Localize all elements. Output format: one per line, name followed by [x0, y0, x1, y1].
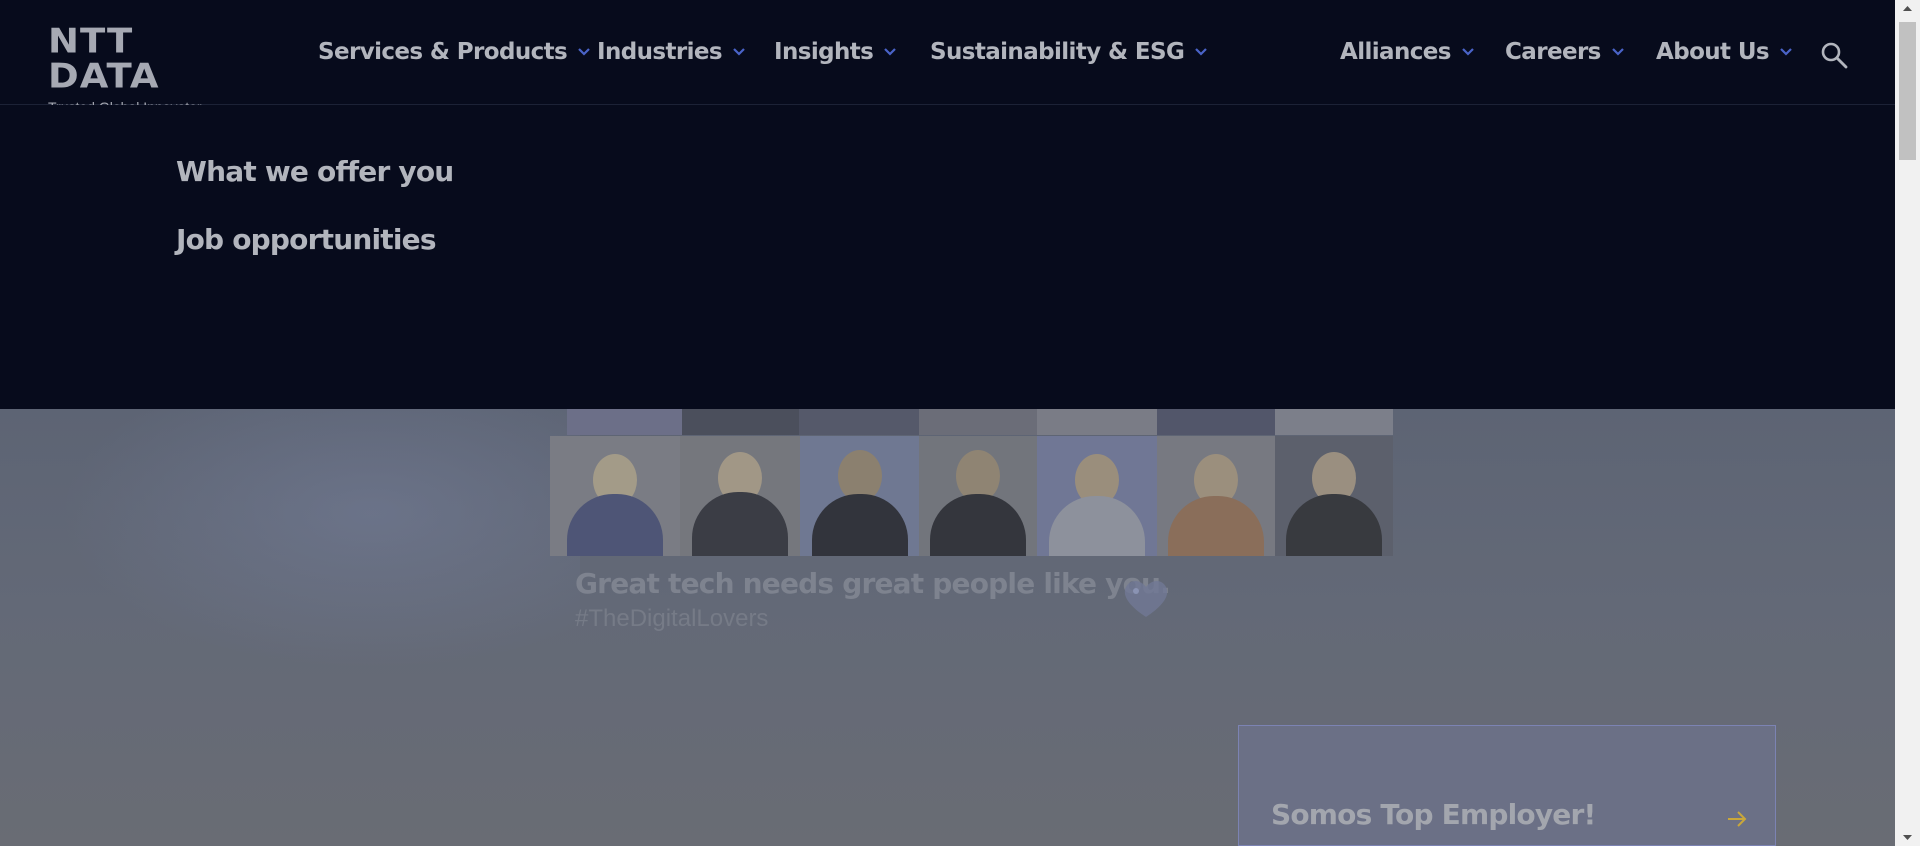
hero-banner: Great tech needs great people like you. … — [0, 409, 1895, 846]
nav-item-label: About Us — [1656, 39, 1770, 65]
scroll-up-arrow-icon[interactable] — [1895, 0, 1920, 17]
careers-mega-menu: What we offer you Job opportunities — [0, 105, 1895, 409]
employee-photo — [919, 436, 1037, 556]
nav-item-careers[interactable]: Careers — [1505, 36, 1625, 68]
chevron-down-icon — [1612, 48, 1624, 56]
chevron-down-icon — [1195, 48, 1208, 56]
search-icon[interactable] — [1819, 40, 1849, 70]
nav-item-sustainability-esg[interactable]: Sustainability & ESG — [930, 36, 1208, 68]
logo-wordmark: NTT DATA — [48, 21, 160, 96]
employee-photo — [1037, 409, 1157, 435]
employee-photo — [680, 436, 800, 556]
menu-link-job-opportunities[interactable]: Job opportunities — [176, 223, 437, 256]
nav-item-industries[interactable]: Industries — [597, 36, 746, 68]
nav-item-label: Sustainability & ESG — [930, 39, 1185, 65]
employee-photo — [799, 409, 919, 435]
nav-item-insights[interactable]: Insights — [774, 36, 897, 68]
top-employer-card[interactable]: Somos Top Employer! — [1238, 725, 1776, 846]
nav-item-label: Careers — [1505, 39, 1601, 65]
chevron-down-icon — [884, 48, 897, 56]
hero-headline: Great tech needs great people like you. — [575, 567, 1171, 600]
employee-photo — [1275, 436, 1393, 556]
hero-hashtag: #TheDigitalLovers — [575, 605, 769, 632]
nav-item-label: Alliances — [1340, 39, 1451, 65]
nav-item-label: Insights — [774, 39, 874, 65]
nav-item-label: Industries — [597, 39, 723, 65]
nav-item-alliances[interactable]: Alliances — [1340, 36, 1475, 68]
chevron-down-icon — [1780, 48, 1792, 56]
employee-photo — [567, 409, 682, 435]
nav-item-services-products[interactable]: Services & Products — [318, 36, 591, 68]
chevron-down-icon — [733, 48, 745, 56]
promo-title: Somos Top Employer! — [1271, 798, 1596, 831]
chevron-down-icon — [1462, 48, 1474, 56]
employee-photo — [1037, 436, 1157, 556]
chevron-down-icon — [578, 48, 590, 56]
employee-photo — [1157, 436, 1275, 556]
vertical-scrollbar[interactable] — [1895, 0, 1920, 846]
scroll-down-arrow-icon[interactable] — [1895, 829, 1920, 846]
employee-photo — [682, 409, 799, 435]
menu-link-what-we-offer-you[interactable]: What we offer you — [176, 155, 454, 188]
heart-icon — [1124, 581, 1168, 617]
employee-photo — [800, 436, 919, 556]
ntt-data-logo[interactable]: NTT DATA Trusted Global Innovator — [48, 24, 248, 115]
arrow-right-icon — [1728, 811, 1747, 827]
employee-photo — [550, 436, 680, 556]
nav-item-about-us[interactable]: About Us — [1656, 36, 1793, 68]
top-navigation: NTT DATA Trusted Global Innovator Servic… — [0, 0, 1895, 115]
nav-item-label: Services & Products — [318, 39, 568, 65]
scrollbar-thumb[interactable] — [1899, 22, 1916, 160]
employee-photo — [1275, 409, 1393, 435]
employee-photo-grid — [0, 409, 1895, 559]
employee-photo — [919, 409, 1037, 435]
employee-photo — [1157, 409, 1275, 435]
